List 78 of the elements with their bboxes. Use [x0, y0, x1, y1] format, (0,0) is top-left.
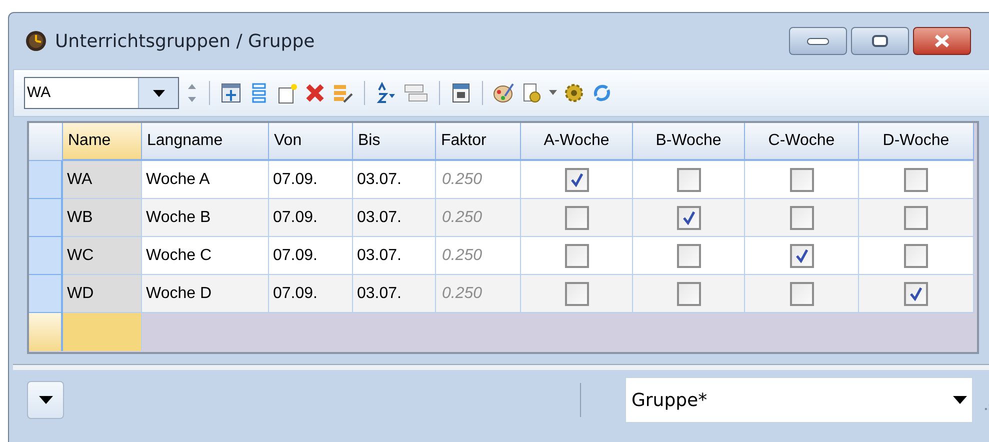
- settings-icon[interactable]: [563, 82, 585, 104]
- checkbox[interactable]: [904, 282, 928, 306]
- checkbox[interactable]: [564, 244, 588, 268]
- checkbox[interactable]: [564, 168, 588, 192]
- checkbox[interactable]: [676, 244, 700, 268]
- column-header[interactable]: Bis: [353, 123, 436, 161]
- table-cell: 03.07.: [353, 275, 436, 313]
- menu-dropdown-button[interactable]: [27, 381, 64, 419]
- column-header[interactable]: Faktor: [436, 123, 521, 161]
- check-icon: [682, 210, 696, 224]
- table-cell: 03.07.: [353, 199, 436, 237]
- close-icon: [933, 34, 951, 48]
- column-header[interactable]: Von: [269, 123, 353, 161]
- maximize-button[interactable]: [851, 27, 909, 55]
- table-cell: Woche A: [142, 161, 269, 199]
- checkbox[interactable]: [790, 282, 814, 306]
- edit-list-icon[interactable]: [332, 82, 354, 104]
- table-cell: WA: [63, 161, 142, 199]
- sort-icon[interactable]: [375, 82, 397, 104]
- table-cell: 07.09.: [269, 237, 353, 275]
- column-header[interactable]: B-Woche: [633, 123, 745, 161]
- table-cell: 07.09.: [269, 275, 353, 313]
- table-cell: WB: [63, 199, 142, 237]
- caret-icon: [953, 396, 968, 404]
- column-header[interactable]: D-Woche: [859, 123, 974, 161]
- checkbox[interactable]: [790, 168, 814, 192]
- checkbox[interactable]: [676, 282, 700, 306]
- checkbox[interactable]: [564, 282, 588, 306]
- table-cell: 0.250: [436, 161, 521, 199]
- check-icon: [794, 248, 808, 262]
- table-cell: 0.250: [436, 237, 521, 275]
- caret-icon[interactable]: [549, 90, 557, 96]
- column-header[interactable]: C-Woche: [745, 123, 859, 161]
- table-cell: 0.250: [436, 199, 521, 237]
- column-header[interactable]: A-Woche: [521, 123, 633, 161]
- row-header[interactable]: [29, 199, 63, 237]
- move-icon[interactable]: [220, 82, 242, 104]
- table-cell: 0.250: [436, 275, 521, 313]
- refresh-icon[interactable]: [591, 82, 613, 104]
- view-selector[interactable]: Gruppe*: [625, 377, 974, 423]
- clock-icon: [25, 30, 47, 52]
- row-header[interactable]: [29, 237, 63, 275]
- checkbox[interactable]: [790, 206, 814, 230]
- table-cell: 03.07.: [353, 237, 436, 275]
- close-button[interactable]: [913, 27, 971, 55]
- table-cell: 07.09.: [269, 161, 353, 199]
- row-header-corner: [29, 123, 63, 161]
- checkbox[interactable]: [564, 206, 588, 230]
- checkbox[interactable]: [676, 206, 700, 230]
- row-header[interactable]: [29, 161, 63, 199]
- column-header[interactable]: Langname: [142, 123, 269, 161]
- new-row-cell[interactable]: [63, 313, 142, 351]
- checkbox[interactable]: [904, 168, 928, 192]
- caret-icon: [38, 396, 53, 404]
- table-cell: 07.09.: [269, 199, 353, 237]
- caret-icon: [152, 90, 164, 96]
- checkbox[interactable]: [904, 206, 928, 230]
- window-title: Unterrichtsgruppen / Gruppe: [55, 30, 315, 54]
- table-cell: WD: [63, 275, 142, 313]
- check-icon: [570, 172, 584, 186]
- group-selector[interactable]: WA: [24, 77, 179, 109]
- new-document-icon[interactable]: [276, 82, 298, 104]
- new-row-header[interactable]: [29, 313, 63, 351]
- table-cell: Woche D: [142, 275, 269, 313]
- row-header[interactable]: [29, 275, 63, 313]
- checkbox[interactable]: [676, 168, 700, 192]
- checkbox[interactable]: [790, 244, 814, 268]
- table-cell: Woche C: [142, 237, 269, 275]
- delete-icon[interactable]: [304, 82, 326, 104]
- fields-icon[interactable]: [403, 82, 429, 104]
- minimize-button[interactable]: [789, 27, 847, 55]
- palette-icon[interactable]: [493, 82, 515, 104]
- table-cell: WC: [63, 237, 142, 275]
- table-cell: Woche B: [142, 199, 269, 237]
- table-cell: 03.07.: [353, 161, 436, 199]
- check-icon: [909, 286, 923, 300]
- column-header[interactable]: Name: [63, 123, 142, 161]
- checkbox[interactable]: [904, 244, 928, 268]
